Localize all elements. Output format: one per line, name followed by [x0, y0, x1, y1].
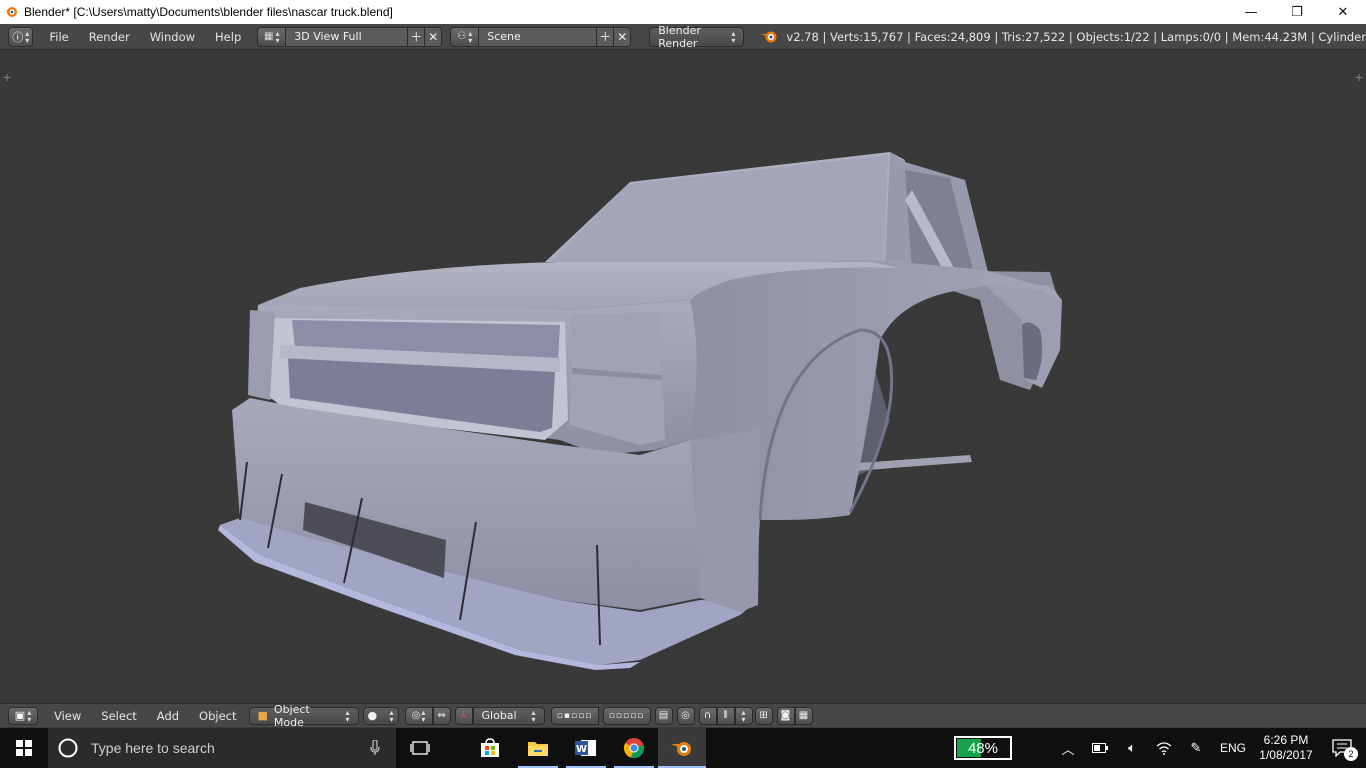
pivot-point-dropdown[interactable]: ◎ ▴ ▾: [404, 706, 433, 725]
scene-dropdown[interactable]: ⚇ ▴ ▾: [450, 26, 480, 47]
lock-camera-icon[interactable]: ▤: [654, 706, 673, 725]
blender-app-button[interactable]: [658, 728, 706, 768]
chrome-icon: [623, 738, 645, 759]
editor-type-selector-3d[interactable]: ▣ ▴ ▾: [8, 706, 38, 725]
clock-time: 6:26 PM: [1263, 733, 1309, 747]
volume-icon[interactable]: 🔈︎: [1116, 728, 1148, 768]
object-mode-cube-icon: ■: [257, 709, 268, 722]
search-placeholder: Type here to search: [91, 740, 215, 756]
truck-body-mesh[interactable]: [0, 51, 1366, 703]
proportional-edit-icon[interactable]: ◎: [676, 706, 695, 725]
layout-grid-icon: ▦: [264, 31, 274, 42]
snap-target-icon[interactable]: ⊞: [754, 706, 773, 725]
layer-buttons-1[interactable]: ▫▪▫▫▫: [550, 706, 599, 725]
render-engine-dropdown[interactable]: Blender Render ▴ ▾: [649, 23, 745, 50]
menu-help[interactable]: Help: [205, 30, 251, 44]
input-language[interactable]: ENG: [1212, 741, 1254, 755]
store-app-button[interactable]: [466, 728, 514, 768]
battery-icon[interactable]: [1084, 728, 1116, 768]
folder-icon: [528, 742, 548, 756]
add-screen-icon[interactable]: ＋: [408, 26, 426, 47]
scene-icon: ⚇: [457, 31, 467, 42]
layers-grid-icon[interactable]: ▫▪▫▫▫: [550, 706, 599, 725]
remove-screen-icon[interactable]: ✕: [425, 26, 443, 47]
microphone-icon[interactable]: [370, 739, 380, 759]
clock[interactable]: 6:26 PM 1/08/2017: [1254, 733, 1318, 763]
manipulator-toggle-icon[interactable]: ⇔: [432, 706, 451, 725]
battery-meter[interactable]: 48%: [953, 736, 1012, 760]
transform-manipulator-icon[interactable]: ⅄: [454, 706, 473, 725]
menu-render[interactable]: Render: [79, 30, 140, 44]
info-header: ⓘ ▴ ▾ File Render Window Help ▦ ▴ ▾ 3D View …: [0, 24, 1366, 50]
word-app-button[interactable]: W: [562, 728, 610, 768]
viewport-shading-dropdown[interactable]: ● ▴ ▾: [362, 706, 399, 725]
start-button[interactable]: [0, 728, 48, 768]
snap-toggle-icon[interactable]: ∩: [698, 706, 717, 725]
pen-workspace-icon[interactable]: ✎: [1180, 728, 1212, 768]
task-view-button[interactable]: [396, 728, 444, 768]
scene-selector: ⚇ ▴ ▾ Scene ＋ ✕: [450, 26, 632, 47]
interaction-mode-dropdown[interactable]: ■ Object Mode ▴ ▾: [248, 703, 359, 729]
3d-viewport[interactable]: + +: [0, 51, 1366, 703]
bumper-side: [690, 430, 760, 612]
blender-logo-icon: [4, 5, 18, 19]
render-engine-label: Blender Render: [658, 23, 701, 50]
info-icon: ⓘ: [12, 30, 24, 44]
scene-name[interactable]: Scene: [479, 26, 598, 47]
menu-select[interactable]: Select: [91, 709, 146, 723]
cortana-circle-icon: [58, 738, 78, 758]
windows-logo-icon: [16, 740, 32, 756]
cube-view-icon: ▣: [14, 709, 26, 722]
wifi-icon[interactable]: [1148, 728, 1180, 768]
render-camera-icon[interactable]: ◙: [776, 706, 795, 725]
minimize-button[interactable]: —: [1228, 0, 1274, 24]
menu-view[interactable]: View: [44, 709, 91, 723]
restore-button[interactable]: ❐: [1274, 0, 1320, 24]
menu-window[interactable]: Window: [140, 30, 205, 44]
battery-percent: 48%: [967, 739, 998, 757]
blender-logo-icon: [671, 742, 691, 756]
menu-add[interactable]: Add: [147, 709, 189, 723]
snap-element-icon[interactable]: ⦀: [716, 706, 735, 725]
show-hidden-icons-chevron-icon[interactable]: ︿: [1052, 728, 1084, 768]
window-title: Blender* [C:\Users\matty\Documents\blend…: [24, 5, 393, 19]
solid-shading-icon: ●: [367, 709, 378, 722]
clock-date: 1/08/2017: [1259, 748, 1313, 762]
screen-layout-selector: ▦ ▴ ▾ 3D View Full ＋ ✕: [257, 26, 443, 47]
system-tray: 48% ︿ 🔈︎ ✎ ENG 6:26 PM 1/08/2017 2: [953, 728, 1366, 768]
word-icon: W: [575, 740, 596, 756]
screen-layout-dropdown[interactable]: ▦ ▴ ▾: [257, 26, 287, 47]
screen-layout-name[interactable]: 3D View Full: [286, 26, 409, 47]
task-view-icon: [410, 741, 430, 755]
windows-taskbar: Type here to search W 48% ︿ 🔈︎ ✎ ENG 6:2…: [0, 728, 1366, 768]
3d-view-header: ▣ ▴ ▾ View Select Add Object ■ Object Mode…: [0, 703, 1366, 729]
layer-buttons-2[interactable]: ▫▫▫▫▫: [602, 706, 651, 725]
taskbar-search-box[interactable]: Type here to search: [48, 728, 396, 768]
blender-logo-icon: [760, 30, 778, 44]
editor-type-selector[interactable]: ⓘ ▴ ▾: [8, 26, 34, 47]
layers-grid-icon-2[interactable]: ▫▫▫▫▫: [602, 706, 651, 725]
snap-element-dropdown[interactable]: ▴ ▾: [734, 706, 753, 725]
action-center-button[interactable]: 2: [1318, 728, 1366, 768]
window-titlebar: Blender* [C:\Users\matty\Documents\blend…: [0, 0, 1366, 24]
windshield: [550, 155, 888, 262]
pivot-icon: ◎: [411, 710, 421, 721]
add-scene-icon[interactable]: ＋: [597, 26, 615, 47]
notification-count-badge: 2: [1344, 747, 1358, 761]
scene-statistics: v2.78 | Verts:15,767 | Faces:24,809 | Tr…: [786, 29, 1366, 44]
remove-scene-icon[interactable]: ✕: [614, 26, 632, 47]
menu-file[interactable]: File: [39, 30, 78, 44]
transform-orientation-dropdown[interactable]: Global ▴ ▾: [472, 706, 545, 725]
store-bag-icon: [481, 738, 499, 757]
close-button[interactable]: ✕: [1320, 0, 1366, 24]
transform-orientation-label: Global: [481, 709, 517, 722]
render-animation-icon[interactable]: ▦: [794, 706, 813, 725]
chrome-app-button[interactable]: [610, 728, 658, 768]
interaction-mode-label: Object Mode: [273, 702, 310, 729]
menu-object[interactable]: Object: [189, 709, 246, 723]
file-explorer-button[interactable]: [514, 728, 562, 768]
svg-text:W: W: [576, 744, 587, 755]
